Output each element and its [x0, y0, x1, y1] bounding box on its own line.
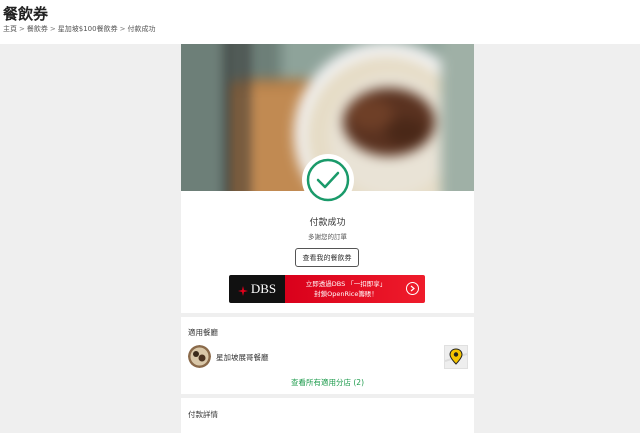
restaurant-name[interactable]: 星加坡展哥餐廳 [216, 352, 269, 363]
view-my-vouchers-button[interactable]: 查看我的餐飲券 [295, 248, 359, 267]
chevron-right-icon: > [119, 25, 126, 33]
section-divider [181, 313, 474, 317]
dbs-promo-banner[interactable]: DBS 立即透過DBS 「一扣即享」 封鎖OpenRice籌賬！ [229, 275, 425, 303]
restaurants-section-title: 適用餐廳 [188, 328, 218, 337]
breadcrumb-vouchers[interactable]: 餐飲券 [27, 24, 48, 34]
restaurant-avatar[interactable] [188, 345, 211, 368]
chevron-right-icon: > [49, 25, 56, 33]
map-thumbnail[interactable] [444, 345, 468, 369]
payment-success-card: 付款成功 多謝您的訂單 查看我的餐飲券 DBS 立即透過DBS 「一扣即享」 封… [181, 44, 474, 433]
chevron-right-circle-icon[interactable] [406, 282, 419, 295]
top-header: 餐飲券 主頁 > 餐飲券 > 星加坡$100餐飲券 > 付款成功 [0, 0, 640, 44]
breadcrumb-home[interactable]: 主頁 [3, 24, 17, 34]
breadcrumb: 主頁 > 餐飲券 > 星加坡$100餐飲券 > 付款成功 [3, 24, 155, 34]
payment-success-title: 付款成功 [309, 218, 346, 228]
success-check-badge [302, 154, 354, 206]
map-pin-icon [444, 346, 468, 368]
dbs-brand-text: DBS [250, 281, 277, 296]
breadcrumb-voucher-item[interactable]: 星加坡$100餐飲券 [58, 24, 118, 34]
chevron-right-icon: > [19, 25, 25, 33]
banner-line-1: 立即透過DBS 「一扣即享」 [305, 280, 387, 288]
breadcrumb-current: 付款成功 [127, 25, 156, 33]
page-title: 餐飲券 [3, 5, 49, 23]
dbs-star-icon [237, 284, 248, 296]
banner-line-2: 封鎖OpenRice籌賬！ [314, 290, 378, 298]
dbs-promo-text: 立即透過DBS 「一扣即享」 封鎖OpenRice籌賬！ [285, 275, 425, 303]
payment-success-subtitle: 多謝您的訂單 [308, 233, 347, 241]
view-all-branches-link[interactable]: 查看所有適用分店 (2) [181, 377, 474, 388]
check-circle-icon [306, 158, 350, 202]
dbs-logo: DBS [229, 275, 285, 303]
section-divider [181, 394, 474, 398]
payment-details-section-title: 付款詳情 [188, 410, 218, 419]
